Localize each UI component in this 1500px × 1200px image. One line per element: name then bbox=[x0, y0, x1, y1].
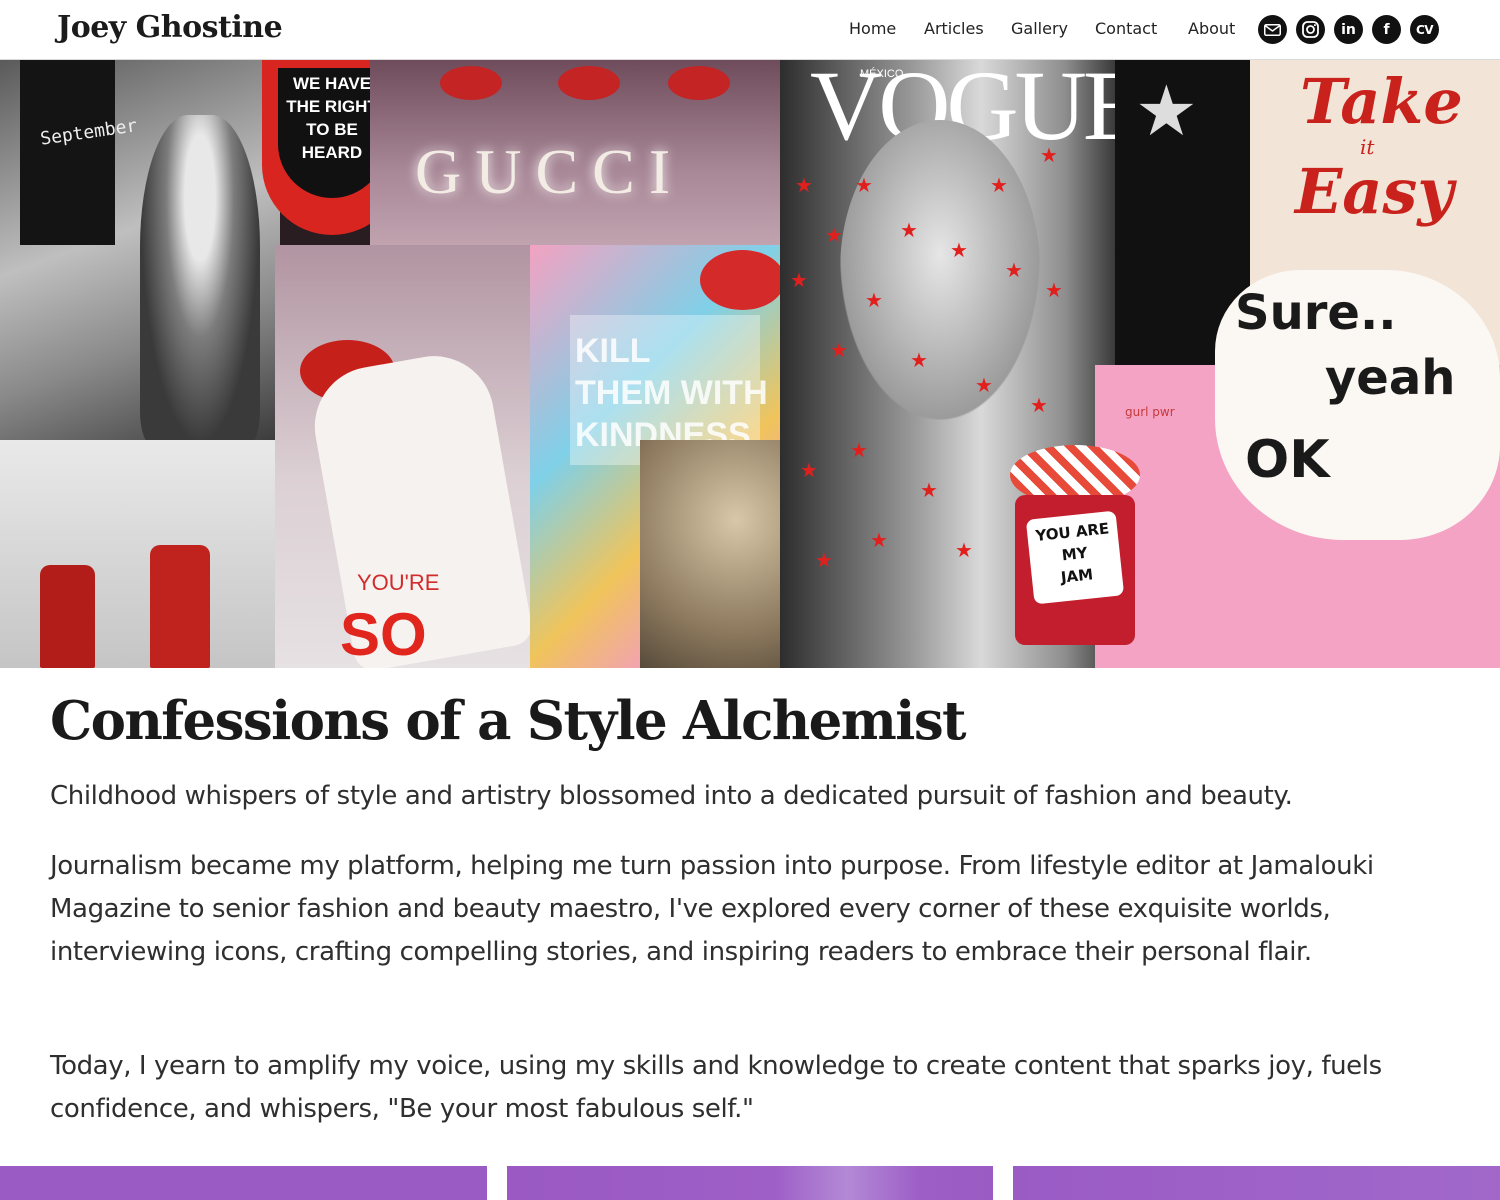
site-header: Joey Ghostine Home Articles Gallery Cont… bbox=[0, 0, 1500, 60]
article-paragraph: Childhood whispers of style and artistry… bbox=[50, 781, 1293, 811]
nav-contact[interactable]: Contact bbox=[1095, 19, 1157, 38]
collage-red-boot-left bbox=[40, 565, 95, 668]
gallery-card[interactable] bbox=[0, 1166, 487, 1200]
linkedin-icon: in bbox=[1341, 21, 1356, 38]
collage-lips-open bbox=[700, 250, 785, 310]
collage-youre-so: YOU'RE SO bbox=[340, 570, 440, 668]
article-paragraph: Journalism became my platform, helping m… bbox=[50, 851, 1374, 967]
hero-collage: September WE HAVE THE RIGHT TO BE HEARD … bbox=[0, 60, 1500, 668]
collage-red-boot-right bbox=[150, 545, 210, 668]
collage-chalkboard: September bbox=[20, 60, 139, 245]
gallery-card[interactable] bbox=[507, 1166, 993, 1200]
linkedin-button[interactable]: in bbox=[1334, 15, 1363, 44]
nav-gallery[interactable]: Gallery bbox=[1011, 19, 1068, 38]
mail-icon bbox=[1264, 23, 1281, 36]
collage-gucci-text: GUCCI bbox=[415, 136, 685, 207]
collage-figure bbox=[140, 115, 260, 445]
collage-lips-2 bbox=[558, 66, 620, 100]
article-headline: Confessions of a Style Alchemist bbox=[50, 690, 967, 752]
collage-lips-3 bbox=[668, 66, 730, 100]
gallery-card[interactable] bbox=[1013, 1166, 1500, 1200]
instagram-button[interactable] bbox=[1296, 15, 1325, 44]
instagram-icon bbox=[1302, 21, 1319, 38]
cv-button[interactable]: CV bbox=[1410, 15, 1439, 44]
nav-home[interactable]: Home bbox=[849, 19, 896, 38]
collage-red-stars: ★ ★ ★ ★ ★ ★ ★ ★ ★ ★ ★ ★ ★ ★ ★ ★ ★ ★ ★ ★ … bbox=[790, 143, 1063, 572]
article-paragraph: Today, I yearn to amplify my voice, usin… bbox=[50, 1051, 1382, 1124]
facebook-icon: f bbox=[1383, 21, 1390, 38]
cv-icon: CV bbox=[1415, 22, 1434, 37]
facebook-button[interactable]: f bbox=[1372, 15, 1401, 44]
nav-articles[interactable]: Articles bbox=[924, 19, 984, 38]
email-button[interactable] bbox=[1258, 15, 1287, 44]
collage-sure-yeah-ok: Sure.. yeah OK bbox=[1215, 270, 1500, 540]
nav-about[interactable]: About bbox=[1188, 19, 1235, 38]
collage-lips-1 bbox=[440, 66, 502, 100]
